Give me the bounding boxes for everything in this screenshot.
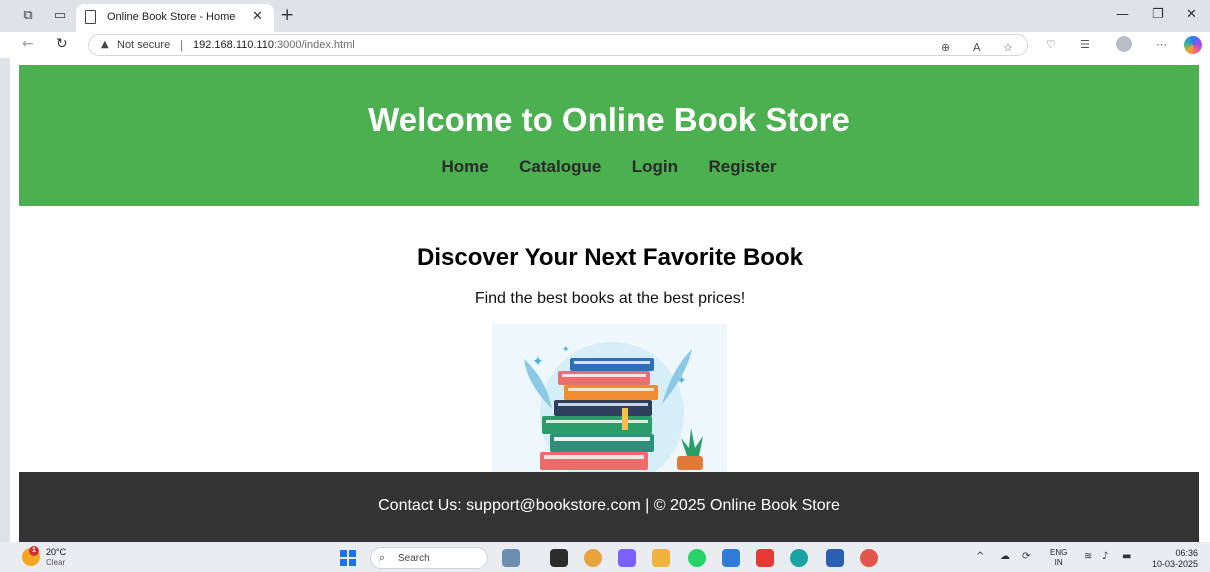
copilot-icon[interactable] [1184, 36, 1202, 54]
search-icon: ⌕ [379, 551, 386, 564]
security-label[interactable]: Not secure [117, 39, 170, 51]
minimize-button[interactable]: — [1116, 7, 1129, 22]
windows-logo-icon [340, 559, 347, 566]
tray-overflow-icon[interactable]: ^ [976, 551, 984, 562]
svg-text:✦: ✦ [562, 344, 570, 354]
site-footer: Contact Us: support@bookstore.com | © 20… [19, 472, 1199, 542]
url-path: :3000/index.html [273, 39, 355, 51]
clock-date: 10-03-2025 [1151, 559, 1198, 569]
books-illustration: ✦ ✦ ✦ [492, 324, 727, 474]
whatsapp-app-icon[interactable] [688, 549, 706, 567]
weather-badge: 1 [29, 546, 39, 556]
task-view-icon[interactable] [550, 549, 568, 567]
workspaces-icon[interactable]: ⧉ [20, 8, 36, 24]
restore-button[interactable]: ❐ [1152, 7, 1164, 22]
windows-logo-icon [340, 550, 347, 557]
clock[interactable]: 06:36 10-03-2025 [1148, 548, 1198, 570]
search-label: Search [398, 553, 430, 564]
footer-text: Contact Us: support@bookstore.com | © 20… [378, 497, 840, 514]
taskbar: 1 20°C Clear ⌕ Search ^ ☁ ⟳ ENG IN ≋ ♪ ▬ [0, 542, 1210, 572]
tab-actions-icon[interactable]: ▭ [52, 8, 68, 24]
svg-text:✦: ✦ [532, 353, 544, 369]
browser-essentials-icon[interactable]: ♡ [1046, 38, 1056, 51]
back-button[interactable]: ← [22, 36, 34, 52]
tab-strip: ⧉ ▭ Online Book Store - Home ✕ + — ❐ ✕ [0, 0, 1210, 32]
edge-app-icon[interactable] [790, 549, 808, 567]
windows-logo-icon [349, 559, 356, 566]
new-tab-button[interactable]: + [280, 5, 294, 25]
nav-home-link[interactable]: Home [441, 157, 488, 177]
svg-text:✦: ✦ [677, 375, 686, 387]
refresh-button[interactable]: ↻ [56, 36, 68, 52]
zoom-icon[interactable]: ⊕ [941, 41, 950, 54]
chrome-app-icon[interactable] [584, 549, 602, 567]
favorite-star-icon[interactable]: ☆ [1003, 41, 1013, 54]
url-host: 192.168.110.110 [193, 39, 274, 51]
browser-window: ⧉ ▭ Online Book Store - Home ✕ + — ❐ ✕ ←… [0, 0, 1210, 572]
tab-title: Online Book Store - Home [107, 11, 236, 23]
hero-subtitle: Find the best books at the best prices! [474, 290, 746, 307]
separator: | [180, 38, 184, 52]
vscode-app-icon[interactable] [722, 549, 740, 567]
youtube-app-icon[interactable] [756, 549, 774, 567]
copilot-app-icon[interactable] [618, 549, 636, 567]
read-aloud-icon[interactable]: A [973, 41, 981, 54]
favorites-icon[interactable]: ☰ [1080, 38, 1090, 51]
wifi-icon[interactable]: ≋ [1084, 551, 1092, 562]
weather-temp[interactable]: 20°C [46, 547, 66, 557]
close-tab-icon[interactable]: ✕ [252, 9, 263, 24]
start-button[interactable] [340, 550, 356, 566]
clock-time: 06:36 [1175, 548, 1198, 558]
url-text[interactable]: 192.168.110.110:3000/index.html [193, 39, 355, 51]
sync-icon[interactable]: ⟳ [1022, 551, 1030, 562]
widgets-app-icon[interactable] [502, 549, 520, 567]
volume-icon[interactable]: ♪ [1102, 551, 1108, 562]
weather-condition[interactable]: Clear [46, 558, 65, 567]
windows-logo-icon [349, 550, 356, 557]
page-icon [85, 10, 96, 24]
tab-home[interactable]: Online Book Store - Home ✕ [76, 4, 274, 32]
site-nav: Home Catalogue Login Register [19, 157, 1199, 177]
language-primary: ENG [1050, 548, 1068, 557]
file-explorer-icon[interactable] [652, 549, 670, 567]
nav-register-link[interactable]: Register [709, 157, 777, 177]
site-title: Welcome to Online Book Store [368, 101, 850, 138]
site-header: Welcome to Online Book Store Home Catalo… [19, 65, 1199, 206]
language-indicator[interactable]: ENG IN [1050, 548, 1067, 568]
language-secondary: IN [1054, 558, 1063, 567]
address-toolbar: ← ↻ ▲ Not secure | 192.168.110.110:3000/… [0, 32, 1210, 58]
address-bar[interactable]: ▲ Not secure | 192.168.110.110:3000/inde… [88, 34, 1028, 56]
page-viewport: Welcome to Online Book Store Home Catalo… [10, 58, 1210, 542]
nav-catalogue-link[interactable]: Catalogue [519, 157, 601, 177]
hero-heading: Discover Your Next Favorite Book [417, 244, 803, 271]
taskbar-search[interactable]: ⌕ Search [370, 547, 488, 569]
chrome-profile-app-icon[interactable] [860, 549, 878, 567]
close-window-button[interactable]: ✕ [1186, 7, 1197, 22]
battery-icon[interactable]: ▬ [1122, 551, 1131, 562]
nav-login-link[interactable]: Login [632, 157, 678, 177]
profile-avatar[interactable] [1116, 36, 1132, 52]
word-app-icon[interactable] [826, 549, 844, 567]
more-icon[interactable]: ⋯ [1156, 38, 1167, 51]
onedrive-icon[interactable]: ☁ [1000, 551, 1010, 562]
warning-icon[interactable]: ▲ [101, 39, 109, 50]
